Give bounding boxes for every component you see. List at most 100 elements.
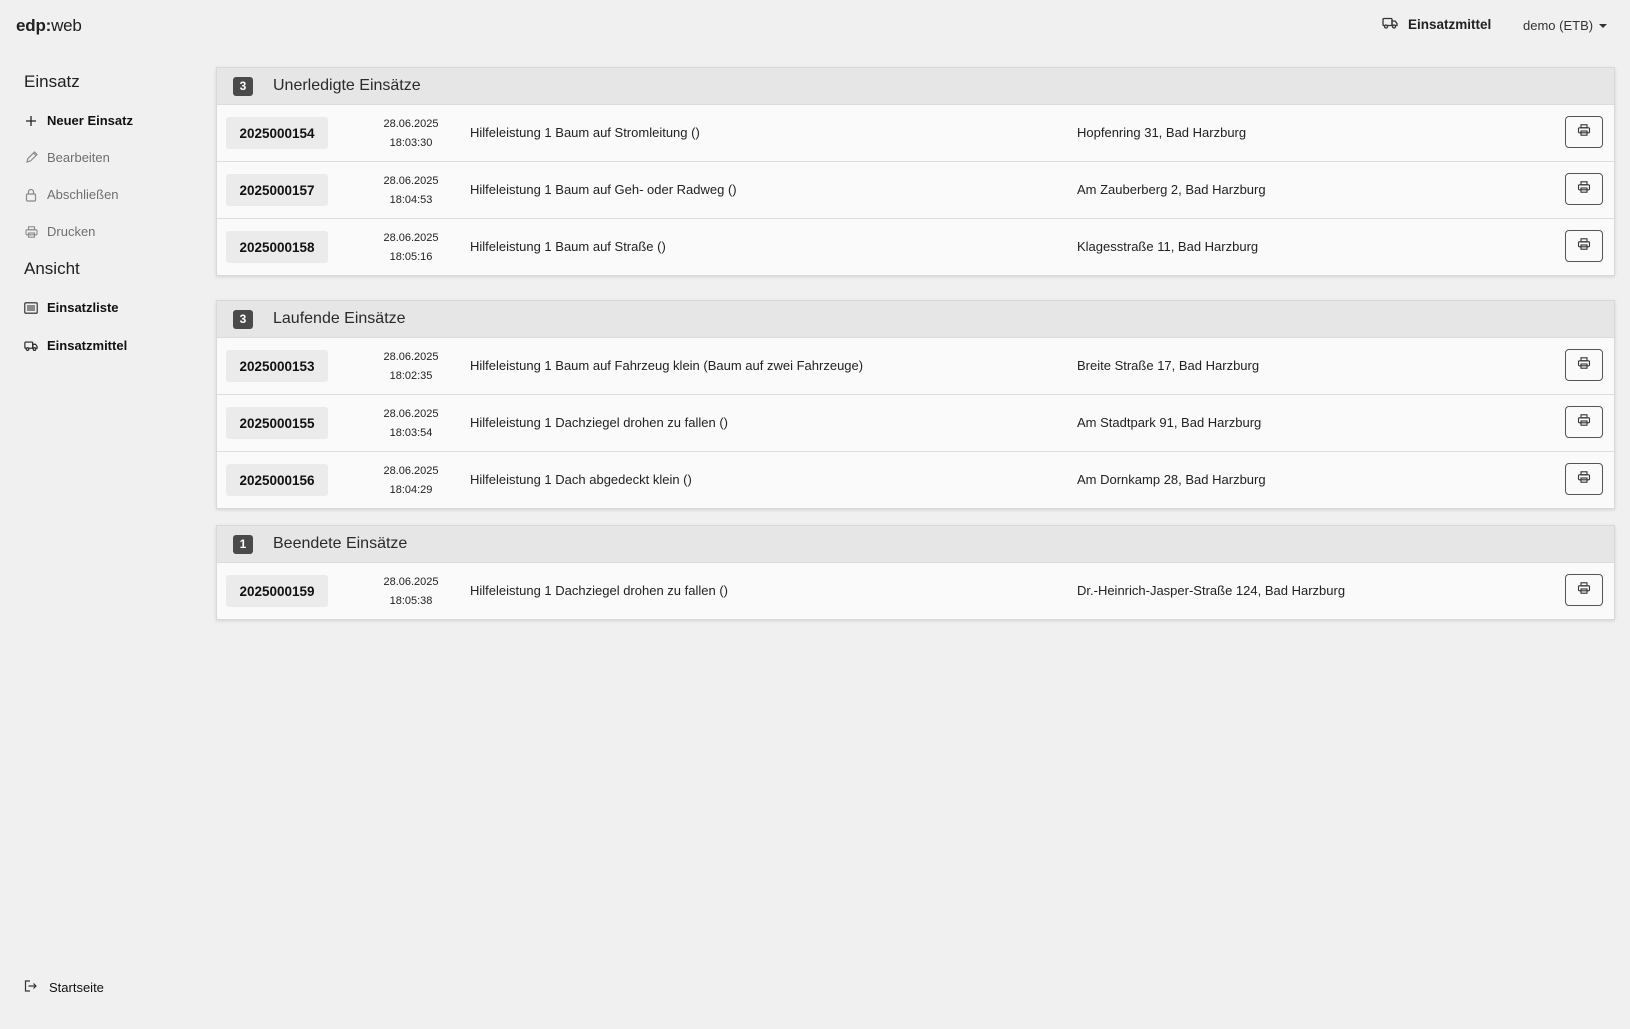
incident-address: Klagesstraße 11, Bad Harzburg <box>1077 239 1259 254</box>
incident-description: Hilfeleistung 1 Baum auf Straße () <box>470 239 666 254</box>
incident-address: Dr.-Heinrich-Jasper-Straße 124, Bad Harz… <box>1077 583 1346 598</box>
incident-address: Breite Straße 17, Bad Harzburg <box>1077 358 1260 373</box>
incident-address: Hopfenring 31, Bad Harzburg <box>1077 125 1247 140</box>
incident-time: 18:03:54 <box>389 427 433 439</box>
incident-time: 18:05:16 <box>389 251 433 263</box>
exit-icon <box>24 980 37 995</box>
incident-description: Hilfeleistung 1 Dachziegel drohen zu fal… <box>470 583 728 598</box>
printer-icon <box>1577 581 1591 599</box>
incident-address: Am Stadtpark 91, Bad Harzburg <box>1077 415 1262 430</box>
incident-time: 18:03:30 <box>389 137 433 149</box>
incident-id[interactable]: 2025000154 <box>226 117 328 149</box>
panel-header: 1 Beendete Einsätze <box>217 526 1614 563</box>
incident-datetime: 28.06.2025 18:05:16 <box>377 229 445 267</box>
incident-id[interactable]: 2025000157 <box>226 174 328 206</box>
sidebar-item-bearbeiten[interactable]: Bearbeiten <box>24 150 110 165</box>
panel-laufende-einsaetze: 3 Laufende Einsätze 2025000153 28.06.202… <box>216 300 1615 509</box>
chevron-down-icon <box>1599 23 1608 28</box>
print-button[interactable] <box>1565 116 1603 148</box>
incident-id[interactable]: 2025000159 <box>226 575 328 607</box>
incident-row[interactable]: 2025000159 28.06.2025 18:05:38 Hilfeleist… <box>217 563 1614 619</box>
incident-row[interactable]: 2025000153 28.06.2025 18:02:35 Hilfeleist… <box>217 338 1614 394</box>
printer-icon <box>24 225 38 239</box>
sidebar-item-label: Neuer Einsatz <box>47 113 133 128</box>
count-badge: 3 <box>233 76 253 96</box>
printer-icon <box>1577 356 1591 374</box>
top-nav-einsatzmittel-label: Einsatzmittel <box>1408 17 1492 32</box>
sidebar-item-neuer-einsatz[interactable]: Neuer Einsatz <box>24 113 133 128</box>
lock-icon <box>24 188 38 202</box>
incident-id[interactable]: 2025000156 <box>226 464 328 496</box>
sidebar-item-einsatzmittel[interactable]: Einsatzmittel <box>24 338 127 353</box>
incident-address: Am Dornkamp 28, Bad Harzburg <box>1077 472 1266 487</box>
incident-date: 28.06.2025 <box>383 175 439 187</box>
incident-row[interactable]: 2025000158 28.06.2025 18:05:16 Hilfeleist… <box>217 218 1614 275</box>
print-button[interactable] <box>1565 574 1603 606</box>
sidebar-item-drucken[interactable]: Drucken <box>24 224 95 239</box>
incident-datetime: 28.06.2025 18:05:38 <box>377 573 445 611</box>
pencil-icon <box>24 151 38 165</box>
truck-icon <box>24 339 38 353</box>
printer-icon <box>1577 237 1591 255</box>
incident-time: 18:02:35 <box>389 370 433 382</box>
incident-datetime: 28.06.2025 18:03:30 <box>377 115 445 153</box>
printer-icon <box>1577 180 1591 198</box>
incident-date: 28.06.2025 <box>383 351 439 363</box>
incident-row[interactable]: 2025000157 28.06.2025 18:04:53 Hilfeleist… <box>217 161 1614 218</box>
user-menu[interactable]: demo (ETB) <box>1523 18 1608 33</box>
incident-id[interactable]: 2025000158 <box>226 231 328 263</box>
count-badge: 3 <box>233 309 253 329</box>
incident-date: 28.06.2025 <box>383 465 439 477</box>
incident-row[interactable]: 2025000154 28.06.2025 18:03:30 Hilfeleist… <box>217 105 1614 161</box>
panel-header: 3 Laufende Einsätze <box>217 301 1614 338</box>
print-button[interactable] <box>1565 463 1603 495</box>
incident-date: 28.06.2025 <box>383 408 439 420</box>
incident-datetime: 28.06.2025 18:03:54 <box>377 405 445 443</box>
incident-description: Hilfeleistung 1 Baum auf Stromleitung () <box>470 125 700 140</box>
sidebar-heading-ansicht: Ansicht <box>24 259 80 278</box>
brand-rest: web <box>51 16 82 35</box>
print-button[interactable] <box>1565 406 1603 438</box>
printer-icon <box>1577 123 1591 141</box>
print-button[interactable] <box>1565 349 1603 381</box>
incident-address: Am Zauberberg 2, Bad Harzburg <box>1077 182 1266 197</box>
panel-title: Laufende Einsätze <box>273 310 406 327</box>
printer-icon <box>1577 413 1591 431</box>
top-nav-einsatzmittel[interactable]: Einsatzmittel <box>1382 17 1491 32</box>
user-menu-label: demo (ETB) <box>1523 18 1594 33</box>
panel-beendete-einsaetze: 1 Beendete Einsätze 2025000159 28.06.202… <box>216 525 1615 620</box>
print-button[interactable] <box>1565 173 1603 205</box>
incident-id[interactable]: 2025000153 <box>226 350 328 382</box>
sidebar-item-einsatzliste[interactable]: Einsatzliste <box>24 300 119 315</box>
sidebar-item-label: Abschließen <box>47 187 119 202</box>
incident-datetime: 28.06.2025 18:02:35 <box>377 348 445 386</box>
sidebar-heading-einsatz: Einsatz <box>24 72 80 91</box>
incident-datetime: 28.06.2025 18:04:53 <box>377 172 445 210</box>
incident-time: 18:04:53 <box>389 194 433 206</box>
sidebar-item-abschliessen[interactable]: Abschließen <box>24 187 119 202</box>
count-badge: 1 <box>233 534 253 554</box>
list-icon <box>24 301 38 315</box>
incident-date: 28.06.2025 <box>383 232 439 244</box>
incident-row[interactable]: 2025000156 28.06.2025 18:04:29 Hilfeleist… <box>217 451 1614 508</box>
brand-bold: edp: <box>16 16 52 35</box>
incident-description: Hilfeleistung 1 Baum auf Fahrzeug klein … <box>470 358 864 373</box>
incident-date: 28.06.2025 <box>383 576 439 588</box>
panel-title: Unerledigte Einsätze <box>273 77 421 94</box>
plus-icon <box>24 114 38 128</box>
sidebar-item-label: Einsatzliste <box>47 300 119 315</box>
panel-title: Beendete Einsätze <box>273 535 408 552</box>
panel-unerledigte-einsaetze: 3 Unerledigte Einsätze 2025000154 28.06.… <box>216 67 1615 276</box>
startseite-link[interactable]: Startseite <box>24 980 104 995</box>
incident-time: 18:05:38 <box>389 595 433 607</box>
incident-date: 28.06.2025 <box>383 118 439 130</box>
printer-icon <box>1577 470 1591 488</box>
print-button[interactable] <box>1565 230 1603 262</box>
sidebar-item-label: Drucken <box>47 224 96 239</box>
app-logo[interactable]: edp:web <box>16 16 82 36</box>
truck-icon <box>1382 17 1398 32</box>
incident-row[interactable]: 2025000155 28.06.2025 18:03:54 Hilfeleist… <box>217 394 1614 451</box>
panel-header: 3 Unerledigte Einsätze <box>217 68 1614 105</box>
incident-id[interactable]: 2025000155 <box>226 407 328 439</box>
startseite-label: Startseite <box>49 980 104 995</box>
